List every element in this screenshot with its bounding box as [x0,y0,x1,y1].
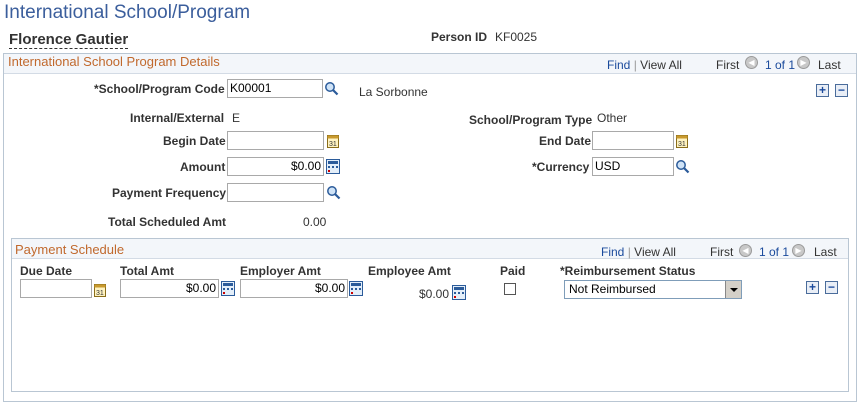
arrow-right-icon[interactable]: ▶ [797,56,810,69]
add-row-icon[interactable]: + [806,281,819,294]
svg-text:31: 31 [96,290,104,297]
chevron-down-icon[interactable] [725,281,741,298]
program-type-label: School/Program Type [469,113,593,127]
col-paid: Paid [500,264,526,278]
employee-amt-value: $0.00 [419,287,450,301]
find-link[interactable]: Find [607,58,630,72]
calculator-icon[interactable] [349,281,363,299]
col-reimbursement-status: *Reimbursement Status [560,264,696,278]
row-counter: 1 of 1 [759,245,790,259]
school-description: La Sorbonne [359,85,428,99]
payment-schedule-box [11,238,849,392]
school-code-input[interactable]: K00001 [227,79,323,98]
arrow-left-icon[interactable]: ◀ [745,56,758,69]
calculator-icon[interactable] [452,285,466,303]
first-label: First [716,58,740,72]
internal-external-label: Internal/External [130,111,225,125]
total-amt-input[interactable]: $0.00 [120,279,219,298]
view-all-link[interactable]: View All [640,58,682,72]
svg-text:31: 31 [678,141,686,148]
svg-text:31: 31 [329,141,337,148]
person-id-value: KF0025 [495,30,538,44]
person-id-label: Person ID [431,30,488,44]
currency-label: *Currency [532,160,590,174]
calculator-icon[interactable] [221,281,235,299]
delete-row-icon[interactable]: − [835,84,848,97]
payment-frequency-label: Payment Frequency [112,186,227,200]
arrow-right-icon[interactable]: ▶ [792,244,805,257]
row-counter: 1 of 1 [765,58,796,72]
program-type-value: Other [597,111,628,125]
amount-label: Amount [180,160,226,174]
col-employee-amt: Employee Amt [368,264,451,278]
person-name: Florence Gautier [9,31,129,49]
total-scheduled-label: Total Scheduled Amt [108,215,227,229]
last-label: Last [818,58,841,72]
paid-checkbox[interactable] [504,283,516,295]
due-date-input[interactable] [20,279,92,298]
reimbursement-status-select[interactable]: Not Reimbursed [564,280,742,299]
calendar-icon[interactable]: 31 [327,134,339,151]
magnifier-icon[interactable] [324,81,339,99]
begin-date-label: Begin Date [163,134,226,148]
currency-input[interactable]: USD [592,157,674,176]
program-details-title: International School Program Details [8,54,220,69]
view-all-link[interactable]: View All [634,245,676,259]
calendar-icon[interactable]: 31 [676,134,688,151]
first-label: First [710,245,734,259]
col-due-date: Due Date [20,264,73,278]
page-title: International School/Program [4,2,251,23]
calculator-icon[interactable] [326,159,340,177]
calendar-icon[interactable]: 31 [94,283,106,300]
add-row-icon[interactable]: + [816,84,829,97]
find-link[interactable]: Find [601,245,624,259]
delete-row-icon[interactable]: − [825,281,838,294]
magnifier-icon[interactable] [326,185,341,203]
col-employer-amt: Employer Amt [240,264,321,278]
end-date-input[interactable] [592,131,674,150]
reimbursement-status-value: Not Reimbursed [569,282,656,296]
total-scheduled-value: 0.00 [303,215,327,229]
magnifier-icon[interactable] [675,159,690,177]
internal-external-value: E [232,111,241,125]
last-label: Last [814,245,837,259]
end-date-label: End Date [539,134,592,148]
payment-schedule-title: Payment Schedule [15,242,125,257]
col-total-amt: Total Amt [120,264,174,278]
school-code-label: *School/Program Code [94,82,225,96]
begin-date-input[interactable] [227,131,324,150]
arrow-left-icon[interactable]: ◀ [739,244,752,257]
employer-amt-input[interactable]: $0.00 [240,279,348,298]
amount-input[interactable]: $0.00 [227,157,324,176]
payment-frequency-input[interactable] [227,183,324,202]
